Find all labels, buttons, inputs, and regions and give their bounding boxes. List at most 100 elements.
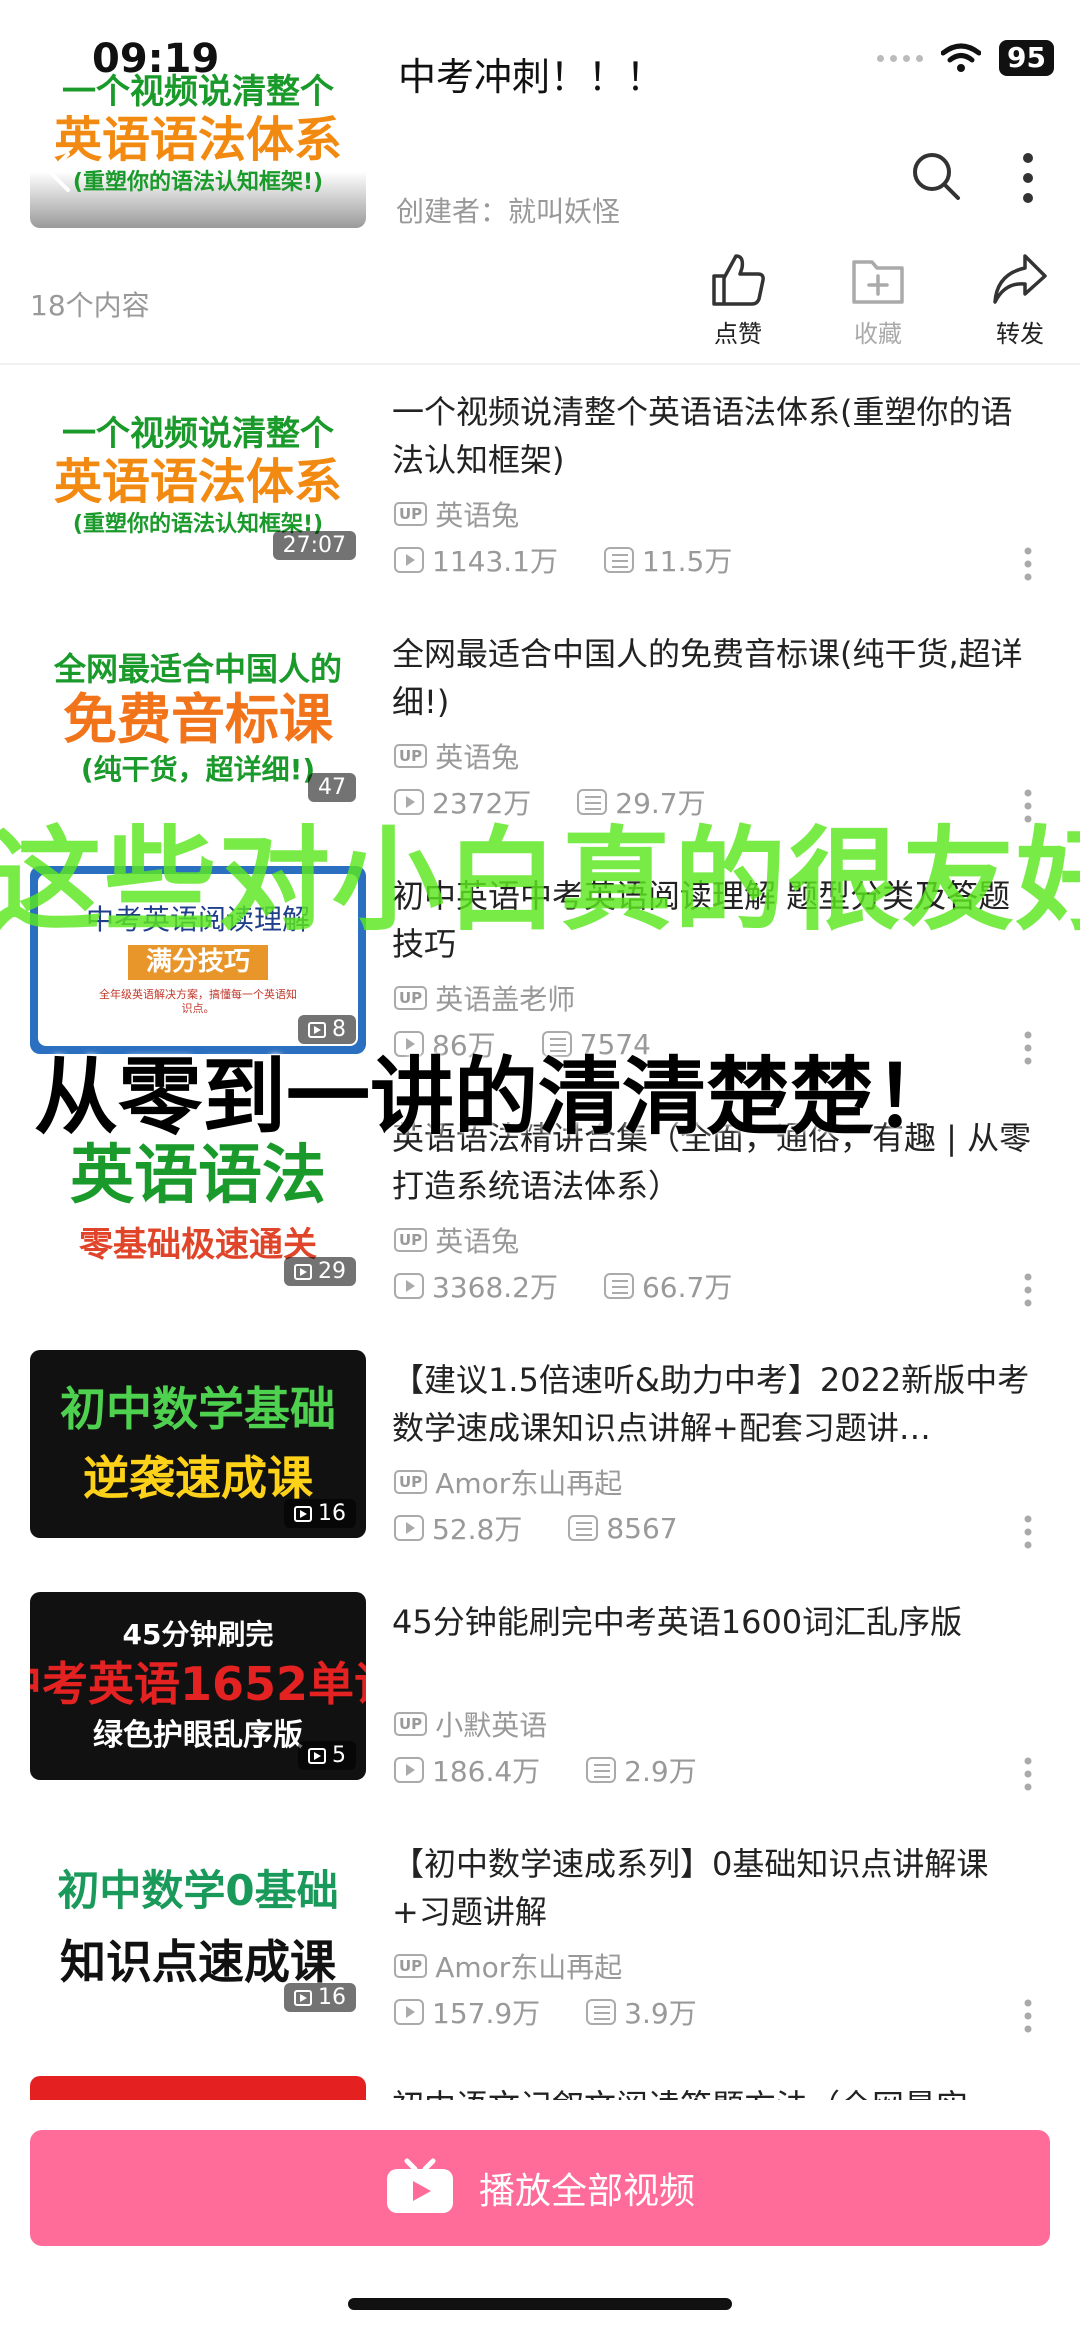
- search-icon[interactable]: [910, 150, 962, 202]
- up-tag-icon: UP: [394, 1470, 428, 1494]
- list-item[interactable]: 初中数学基础 逆袭速成课 16 【建议1.5倍速听&助力中考】2022新版中考数…: [0, 1344, 1080, 1586]
- tv-play-icon: [386, 2158, 453, 2213]
- playlist-icon: [294, 1989, 312, 2006]
- thumb-text: 逆袭速成课: [83, 1451, 313, 1505]
- play-count-icon: [394, 1515, 424, 1541]
- play-count: 157.9万: [432, 1997, 541, 2030]
- episode-count: 16: [318, 1985, 346, 2010]
- video-thumbnail[interactable]: 初中数学基础 逆袭速成课 16: [30, 1350, 366, 1538]
- uploader[interactable]: UP 英语兔: [394, 1220, 519, 1260]
- play-count: 1143.1万: [432, 545, 558, 578]
- playlist-icon: [308, 1747, 326, 1764]
- thumb-text: 绿色护眼乱序版: [93, 1718, 303, 1754]
- duration-badge: 27:07: [272, 531, 356, 560]
- thumb-text: 全年级英语解决方案，搞懂每一个英语知识点。: [99, 988, 297, 1016]
- list-item[interactable]: 初中数学0基础 知识点速成课 16 【初中数学速成系列】0基础知识点讲解课+习题…: [0, 1828, 1080, 2070]
- episode-badge: 16: [284, 1983, 356, 2012]
- cellular-signal-icon: [877, 54, 924, 62]
- list-item[interactable]: 45分钟刷完 中考英语1652单词 绿色护眼乱序版 5 45分钟能刷完中考英语1…: [0, 1586, 1080, 1828]
- more-vertical-icon[interactable]: [1022, 1272, 1034, 1308]
- like-button[interactable]: 点赞: [693, 252, 783, 349]
- overlay-caption: 从零到一讲的清清楚楚！: [34, 1048, 959, 1146]
- danmaku-icon: [568, 1515, 599, 1541]
- uploader[interactable]: UP Amor东山再起: [394, 1946, 622, 1986]
- uploader[interactable]: UP 英语兔: [394, 736, 519, 776]
- more-vertical-icon[interactable]: [1022, 1030, 1034, 1066]
- home-indicator[interactable]: [348, 2298, 732, 2310]
- status-time: 09:19: [92, 36, 220, 82]
- thumb-text: 初中数学基础: [60, 1381, 336, 1436]
- uploader-name: 英语兔: [435, 499, 520, 532]
- video-title[interactable]: 全网最适合中国人的免费音标课(纯干货,超详细!): [392, 630, 1042, 726]
- episode-count: 29: [318, 1259, 346, 1284]
- episode-badge: 29: [284, 1257, 356, 1286]
- up-tag-icon: UP: [394, 744, 428, 768]
- up-tag-icon: UP: [394, 986, 428, 1010]
- video-thumbnail[interactable]: 一个视频说清整个 英语语法体系 (重塑你的语法认知框架!) 27:07: [30, 382, 366, 570]
- list-item[interactable]: 一个视频说清整个 英语语法体系 (重塑你的语法认知框架!) 27:07 一个视频…: [0, 376, 1080, 618]
- favorite-button[interactable]: 收藏: [833, 252, 923, 349]
- back-arrow-icon[interactable]: [44, 150, 74, 194]
- danmaku-icon: [586, 1999, 617, 2025]
- thumb-text: 中考英语1652单词: [30, 1657, 366, 1712]
- play-count: 52.8万: [432, 1513, 523, 1546]
- cover-line: (重塑你的语法认知框架!): [72, 170, 324, 195]
- video-title[interactable]: 【初中数学速成系列】0基础知识点讲解课+习题讲解: [392, 1840, 1042, 1936]
- danmaku-count: 11.5万: [641, 545, 733, 578]
- uploader[interactable]: UP 英语兔: [394, 494, 519, 534]
- share-icon: [993, 254, 1047, 304]
- play-count-icon: [394, 1999, 424, 2025]
- thumb-text: 全网最适合中国人的: [53, 649, 342, 688]
- uploader[interactable]: UP Amor东山再起: [394, 1462, 622, 1502]
- thumb-text: 免费音标课: [63, 688, 333, 751]
- playlist-icon: [294, 1505, 312, 1522]
- play-all-button[interactable]: 播放全部视频: [30, 2130, 1050, 2246]
- video-stats: 3368.2万 66.7万: [394, 1266, 732, 1306]
- play-all-label: 播放全部视频: [478, 2171, 695, 2212]
- video-stats: 157.9万 3.9万: [394, 1992, 697, 2032]
- thumb-text: 知识点速成课: [60, 1934, 336, 1989]
- danmaku-count: 66.7万: [641, 1271, 733, 1304]
- video-thumbnail[interactable]: 初中数学0基础 知识点速成课 16: [30, 1834, 366, 2022]
- content-count: 18个内容: [30, 289, 150, 322]
- video-thumbnail[interactable]: 45分钟刷完 中考英语1652单词 绿色护眼乱序版 5: [30, 1592, 366, 1780]
- like-label: 点赞: [714, 320, 762, 348]
- share-label: 转发: [996, 320, 1044, 348]
- overlay-caption: 这些对小白真的很友好: [0, 816, 1080, 946]
- folder-add-icon: [852, 260, 904, 304]
- more-vertical-icon[interactable]: [1018, 152, 1038, 204]
- danmaku-count: 8567: [606, 1511, 678, 1545]
- video-title[interactable]: 【建议1.5倍速听&助力中考】2022新版中考数学速成课知识点讲解+配套习题讲…: [392, 1356, 1042, 1452]
- episode-count: 16: [318, 1501, 346, 1526]
- thumbs-up-icon: [712, 254, 765, 306]
- episode-count: 5: [332, 1743, 346, 1768]
- thumb-text: (纯干货，超详细!): [80, 752, 316, 786]
- play-count: 186.4万: [432, 1755, 541, 1788]
- more-vertical-icon[interactable]: [1022, 1514, 1034, 1550]
- uploader-name: Amor东山再起: [435, 1467, 623, 1500]
- up-tag-icon: UP: [394, 1954, 428, 1978]
- thumb-text: 零基础极速通关: [79, 1225, 317, 1265]
- uploader-name: 英语兔: [435, 741, 520, 774]
- video-title[interactable]: 一个视频说清整个英语语法体系(重塑你的语法认知框架): [392, 388, 1042, 484]
- header-divider: [0, 363, 1080, 365]
- video-stats: 1143.1万 11.5万: [394, 540, 732, 580]
- more-vertical-icon[interactable]: [1022, 546, 1034, 582]
- thumb-text: 英语语法体系: [53, 454, 342, 511]
- video-stats: 52.8万 8567: [394, 1508, 678, 1548]
- play-count: 3368.2万: [432, 1271, 558, 1304]
- video-thumbnail[interactable]: 全网最适合中国人的 免费音标课 (纯干货，超详细!) 47: [30, 624, 366, 812]
- danmaku-icon: [603, 1273, 634, 1299]
- status-indicators: 95: [877, 40, 1054, 76]
- video-title[interactable]: 45分钟能刷完中考英语1600词汇乱序版: [392, 1598, 1042, 1646]
- more-vertical-icon[interactable]: [1022, 1998, 1034, 2034]
- uploader[interactable]: UP 小默英语: [394, 1704, 547, 1744]
- up-tag-icon: UP: [394, 502, 428, 526]
- more-vertical-icon[interactable]: [1022, 1756, 1034, 1792]
- danmaku-count: 3.9万: [624, 1997, 697, 2030]
- creator-label[interactable]: 创建者：就叫妖怪: [396, 190, 620, 230]
- share-button[interactable]: 转发: [975, 252, 1065, 349]
- uploader[interactable]: UP 英语盖老师: [394, 978, 575, 1018]
- danmaku-icon: [603, 547, 634, 573]
- uploader-name: 小默英语: [435, 1709, 548, 1742]
